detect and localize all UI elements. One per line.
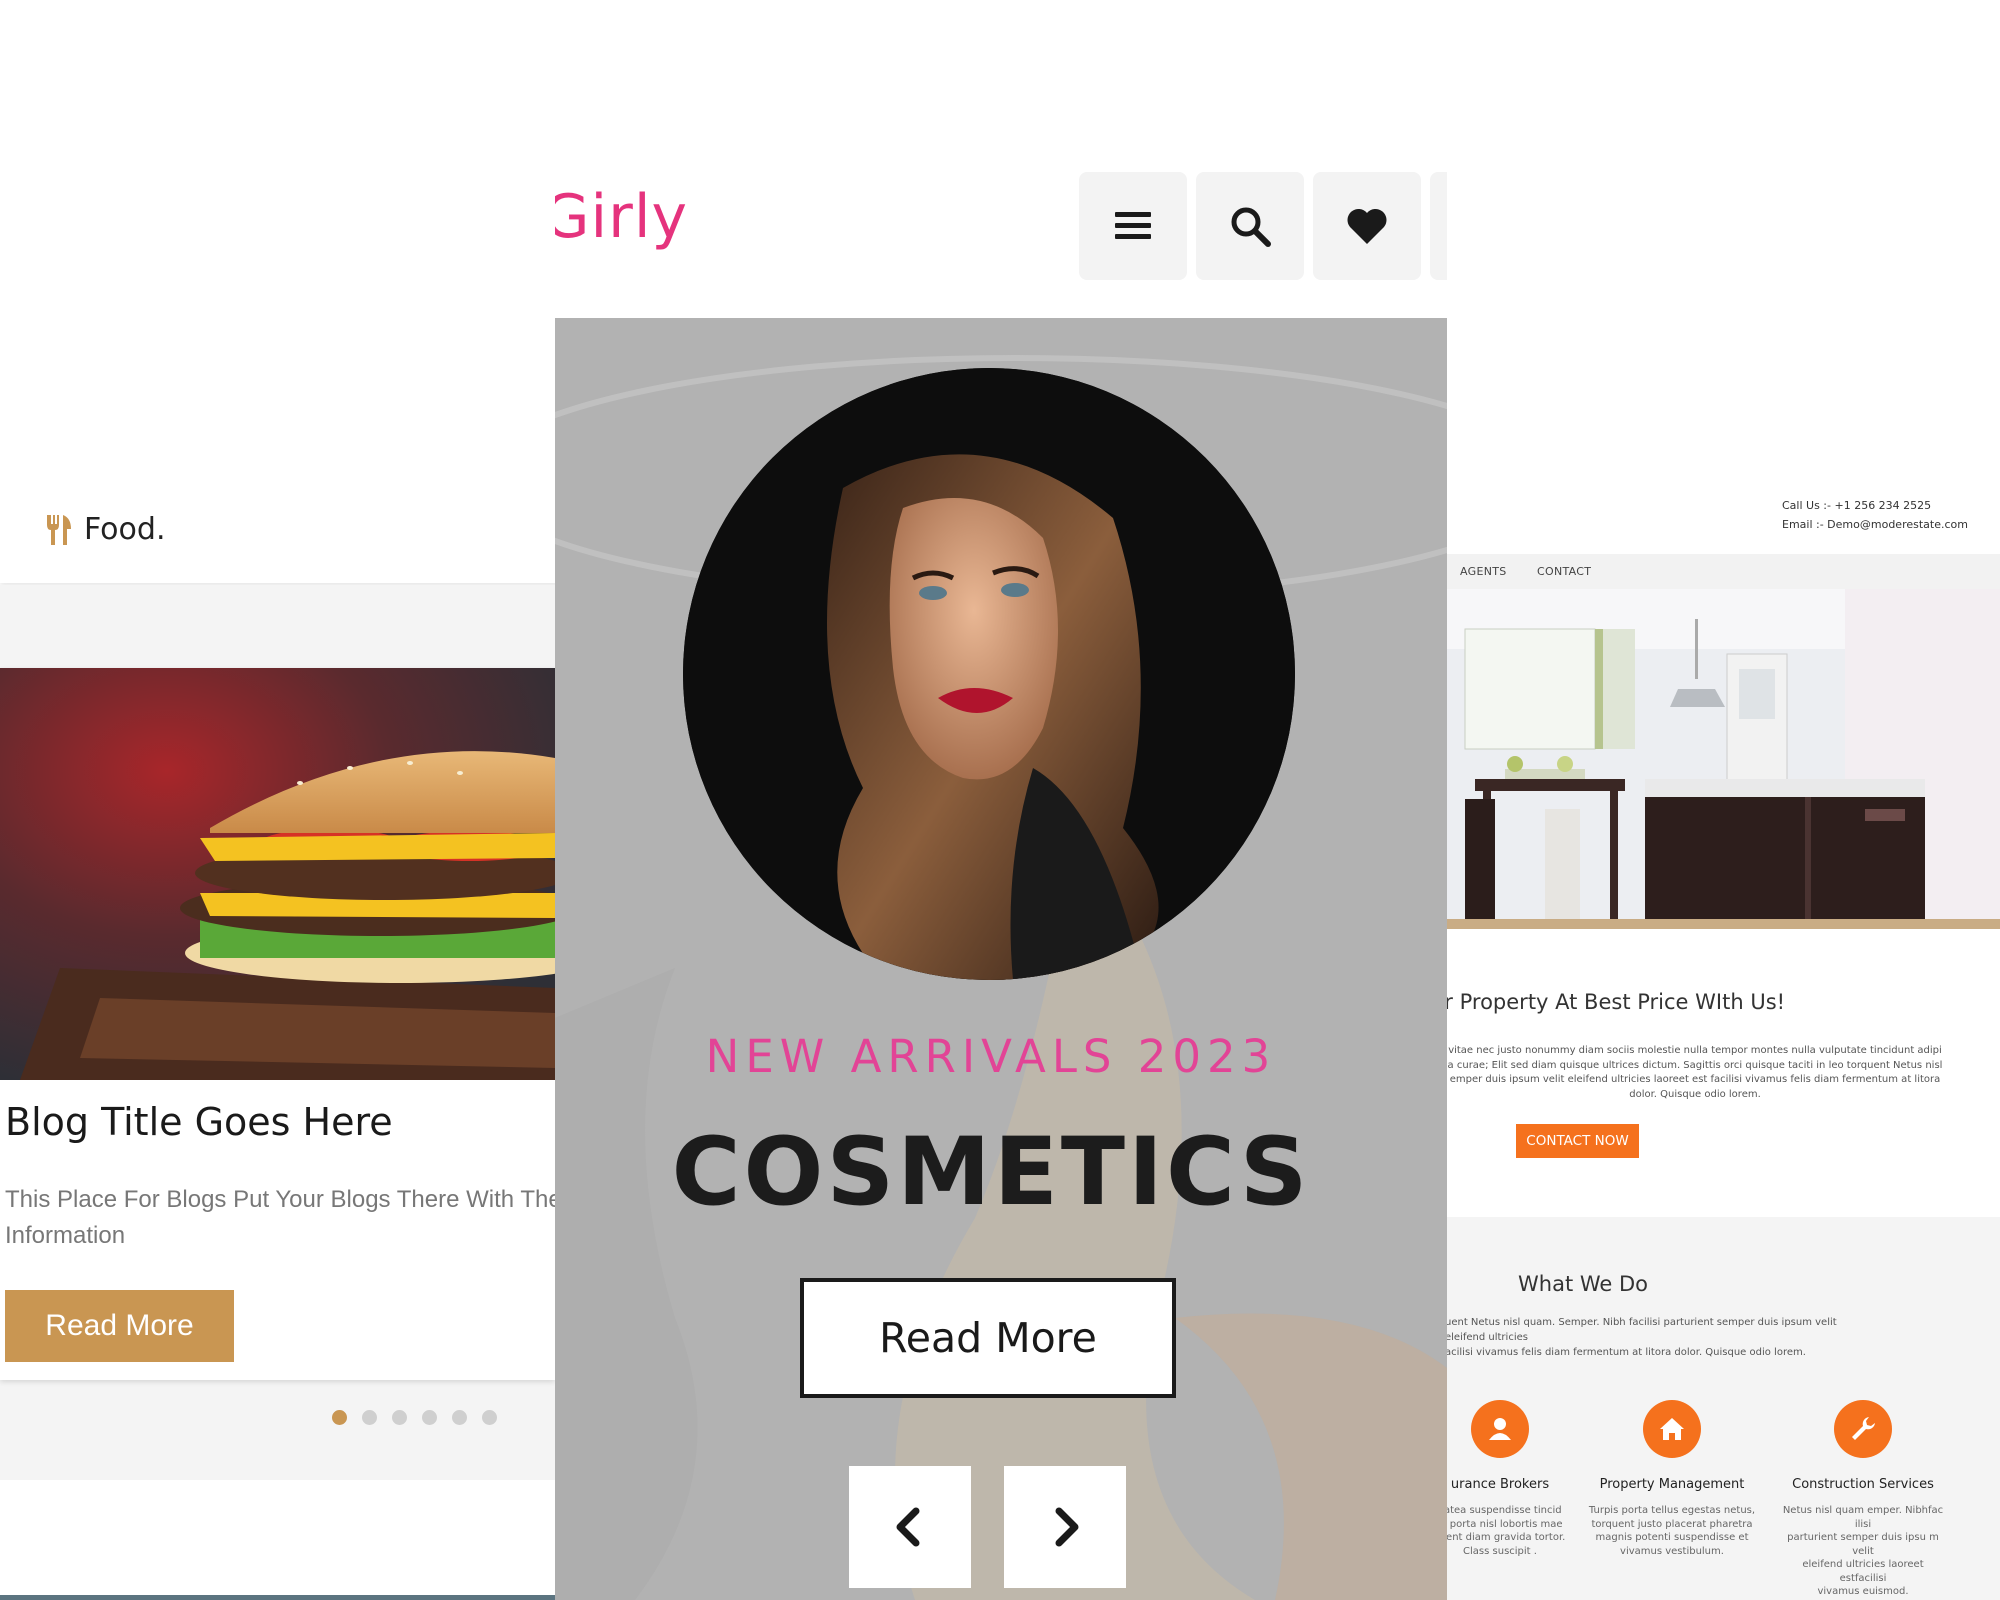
menu-button[interactable] xyxy=(1079,172,1187,280)
service-text-line: llatea suspendisse tincid xyxy=(1445,1505,1562,1516)
model-portrait xyxy=(683,368,1295,980)
next-slide-button[interactable] xyxy=(1004,1466,1126,1588)
service-property-management[interactable]: Property Management Turpis porta tellus … xyxy=(1587,1400,1757,1558)
carousel-dot[interactable] xyxy=(332,1410,347,1425)
service-text: Turpis porta tellus egestas netus, torqu… xyxy=(1587,1504,1757,1558)
what-we-do-text: uent Netus nisl quam. Semper. Nibh facil… xyxy=(1445,1315,1875,1360)
blog-excerpt: This Place For Blogs Put Your Blogs Ther… xyxy=(5,1182,560,1254)
email-text: Email :- Demo@moderestate.com xyxy=(1782,518,1968,531)
estate-nav: AGENTS CONTACT xyxy=(1445,554,2000,589)
service-text-line: in porta nisl lobortis mae xyxy=(1445,1518,1563,1530)
burger-image xyxy=(0,668,555,1080)
kitchen-image xyxy=(1445,589,2000,929)
fork-knife-icon xyxy=(47,514,71,545)
chevron-right-icon xyxy=(1055,1507,1079,1547)
hero-title: COSMETICS xyxy=(671,1118,1311,1227)
food-logo-text: Food. xyxy=(84,512,166,547)
agent-icon xyxy=(1471,1400,1529,1458)
blog-title[interactable]: Blog Title Goes Here xyxy=(5,1100,393,1144)
wrench-icon xyxy=(1834,1400,1892,1458)
girly-logo[interactable]: Girly xyxy=(555,182,688,252)
search-icon xyxy=(1231,207,1271,247)
search-button[interactable] xyxy=(1196,172,1304,280)
chevron-left-icon xyxy=(896,1507,920,1547)
estate-paragraph-line: dolor. Quisque odio lorem. xyxy=(1629,1088,1761,1100)
heart-icon xyxy=(1347,208,1387,244)
blog-excerpt-line: This Place For Blogs Put Your Blogs Ther… xyxy=(5,1186,560,1213)
home-icon xyxy=(1643,1400,1701,1458)
estate-paragraph-line: vitae nec justo nonummy diam sociis mole… xyxy=(1448,1045,1942,1056)
service-insurance-brokers[interactable]: urance Brokers llatea suspendisse tincid… xyxy=(1445,1400,1585,1558)
service-text-line: Turpis porta tellus egestas netus, xyxy=(1588,1505,1756,1516)
food-header: Food. xyxy=(0,470,560,583)
estate-headline: ur Property At Best Price WIth Us! xyxy=(1445,990,1786,1014)
service-text: Netus nisl quam emper. Nibhfac ilisi par… xyxy=(1778,1504,1948,1599)
carousel-dot[interactable] xyxy=(482,1410,497,1425)
nav-contact[interactable]: CONTACT xyxy=(1537,565,1591,578)
blog-card: Blog Title Goes Here This Place For Blog… xyxy=(0,668,560,1380)
blog-excerpt-line: Information xyxy=(5,1222,126,1249)
wishlist-button[interactable] xyxy=(1313,172,1421,280)
service-text-line: magnis potenti suspendisse et xyxy=(1595,1532,1749,1543)
what-we-do-line: acilisi vivamus felis diam fermentum at … xyxy=(1445,1347,1806,1358)
carousel-dots xyxy=(332,1410,497,1425)
real-estate-preview: Call Us :- +1 256 234 2525 Email :- Demo… xyxy=(1445,470,2000,1600)
contact-info: Call Us :- +1 256 234 2525 Email :- Demo… xyxy=(1782,496,1968,534)
service-text-line: esent diam gravida tortor. xyxy=(1445,1532,1566,1543)
service-title: Construction Services xyxy=(1792,1477,1934,1492)
carousel-dot[interactable] xyxy=(362,1410,377,1425)
prev-slide-button[interactable] xyxy=(849,1466,971,1588)
service-title: Property Management xyxy=(1599,1477,1745,1492)
service-text-line: torquent justo placerat pharetra xyxy=(1591,1518,1753,1530)
hero-subtitle: NEW ARRIVALS 2023 xyxy=(705,1030,1277,1083)
bottom-divider xyxy=(0,1595,560,1600)
service-text-line: Class suscipit . xyxy=(1463,1545,1537,1557)
hero-read-more-button[interactable]: Read More xyxy=(800,1278,1176,1398)
food-blog-preview: Food. Blog Title Goes Here This Place Fo… xyxy=(0,470,560,1600)
service-text-line: eleifend ultricies laoreet estfacilisi xyxy=(1802,1559,1924,1584)
estate-paragraph: vitae nec justo nonummy diam sociis mole… xyxy=(1445,1044,1945,1102)
service-text: llatea suspendisse tincid in porta nisl … xyxy=(1445,1504,1585,1558)
nav-agents[interactable]: AGENTS xyxy=(1460,565,1507,578)
carousel-dot[interactable] xyxy=(392,1410,407,1425)
what-we-do-line: uent Netus nisl quam. Semper. Nibh facil… xyxy=(1445,1317,1837,1343)
service-construction[interactable]: Construction Services Netus nisl quam em… xyxy=(1778,1400,1948,1599)
phone-text: Call Us :- +1 256 234 2525 xyxy=(1782,499,1932,512)
estate-paragraph-line: a curae; Elit sed diam quisque ultrices … xyxy=(1447,1059,1943,1071)
service-text-line: parturient semper duis ipsu m velit xyxy=(1787,1532,1939,1557)
carousel-dot[interactable] xyxy=(422,1410,437,1425)
what-we-do-heading: What We Do xyxy=(1518,1272,1648,1296)
contact-now-button[interactable]: CONTACT NOW xyxy=(1516,1124,1639,1158)
carousel-dot[interactable] xyxy=(452,1410,467,1425)
service-title: urance Brokers xyxy=(1450,1477,1550,1492)
service-text-line: Netus nisl quam emper. Nibhfac ilisi xyxy=(1782,1505,1944,1530)
food-read-more-button[interactable]: Read More xyxy=(5,1290,234,1362)
service-text-line: vivamus vestibulum. xyxy=(1620,1545,1724,1557)
estate-paragraph-line: emper duis ipsum velit eleifend ultricie… xyxy=(1449,1074,1941,1085)
food-logo[interactable]: Food. xyxy=(44,512,165,547)
service-text-line: vivamus euismod. xyxy=(1817,1586,1909,1597)
girly-preview: Girly NEW ARRIVALS 2023 COSMETICS Read M… xyxy=(555,160,1447,1600)
cart-button[interactable] xyxy=(1430,172,1447,280)
hero-banner: NEW ARRIVALS 2023 COSMETICS Read More xyxy=(555,318,1447,1600)
menu-icon xyxy=(1115,212,1151,239)
